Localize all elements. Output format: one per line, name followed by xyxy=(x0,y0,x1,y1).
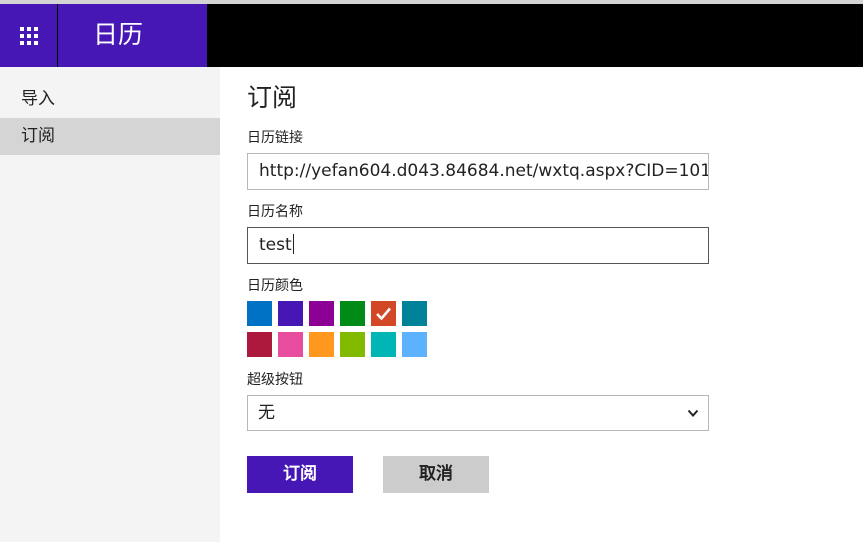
sidebar-item-subscribe[interactable]: 订阅 xyxy=(0,118,220,155)
charm-select-value: 无 xyxy=(258,403,275,423)
calendar-name-label: 日历名称 xyxy=(247,204,303,220)
color-swatch-selected[interactable] xyxy=(371,301,396,326)
top-bar: 日历 xyxy=(0,4,863,67)
color-swatch[interactable] xyxy=(309,332,334,357)
charm-select[interactable]: 无 xyxy=(247,395,709,431)
color-swatch[interactable] xyxy=(278,301,303,326)
waffle-grid-icon xyxy=(19,26,38,45)
calendar-url-label: 日历链接 xyxy=(247,130,303,146)
calendar-name-value: test xyxy=(259,235,292,255)
app-title: 日历 xyxy=(93,20,144,49)
charm-label: 超级按钮 xyxy=(247,372,303,388)
sidebar-item-import[interactable]: 导入 xyxy=(0,81,220,118)
app-launcher-button[interactable] xyxy=(0,4,57,67)
text-caret xyxy=(292,234,294,254)
chevron-down-icon xyxy=(687,409,699,417)
calendar-url-input[interactable]: http://yefan604.d043.84684.net/wxtq.aspx… xyxy=(247,153,709,190)
calendar-name-input[interactable]: test xyxy=(247,227,709,264)
calendar-color-label: 日历颜色 xyxy=(247,278,303,294)
cancel-button[interactable]: 取消 xyxy=(383,456,489,493)
color-swatch[interactable] xyxy=(309,301,334,326)
subscribe-button[interactable]: 订阅 xyxy=(247,456,353,493)
color-swatch[interactable] xyxy=(278,332,303,357)
color-swatch-grid xyxy=(247,301,437,359)
app-title-tile[interactable]: 日历 xyxy=(58,4,207,67)
color-swatch[interactable] xyxy=(402,301,427,326)
calendar-url-value: http://yefan604.d043.84684.net/wxtq.aspx… xyxy=(259,161,709,181)
subscribe-panel: 订阅 日历链接 http://yefan604.d043.84684.net/w… xyxy=(220,67,863,542)
color-swatch[interactable] xyxy=(340,332,365,357)
color-swatch[interactable] xyxy=(247,301,272,326)
checkmark-icon xyxy=(376,307,391,321)
color-swatch[interactable] xyxy=(340,301,365,326)
color-swatch[interactable] xyxy=(371,332,396,357)
color-swatch[interactable] xyxy=(402,332,427,357)
color-swatch[interactable] xyxy=(247,332,272,357)
page-title: 订阅 xyxy=(247,83,298,112)
sidebar: 导入 订阅 xyxy=(0,67,220,542)
